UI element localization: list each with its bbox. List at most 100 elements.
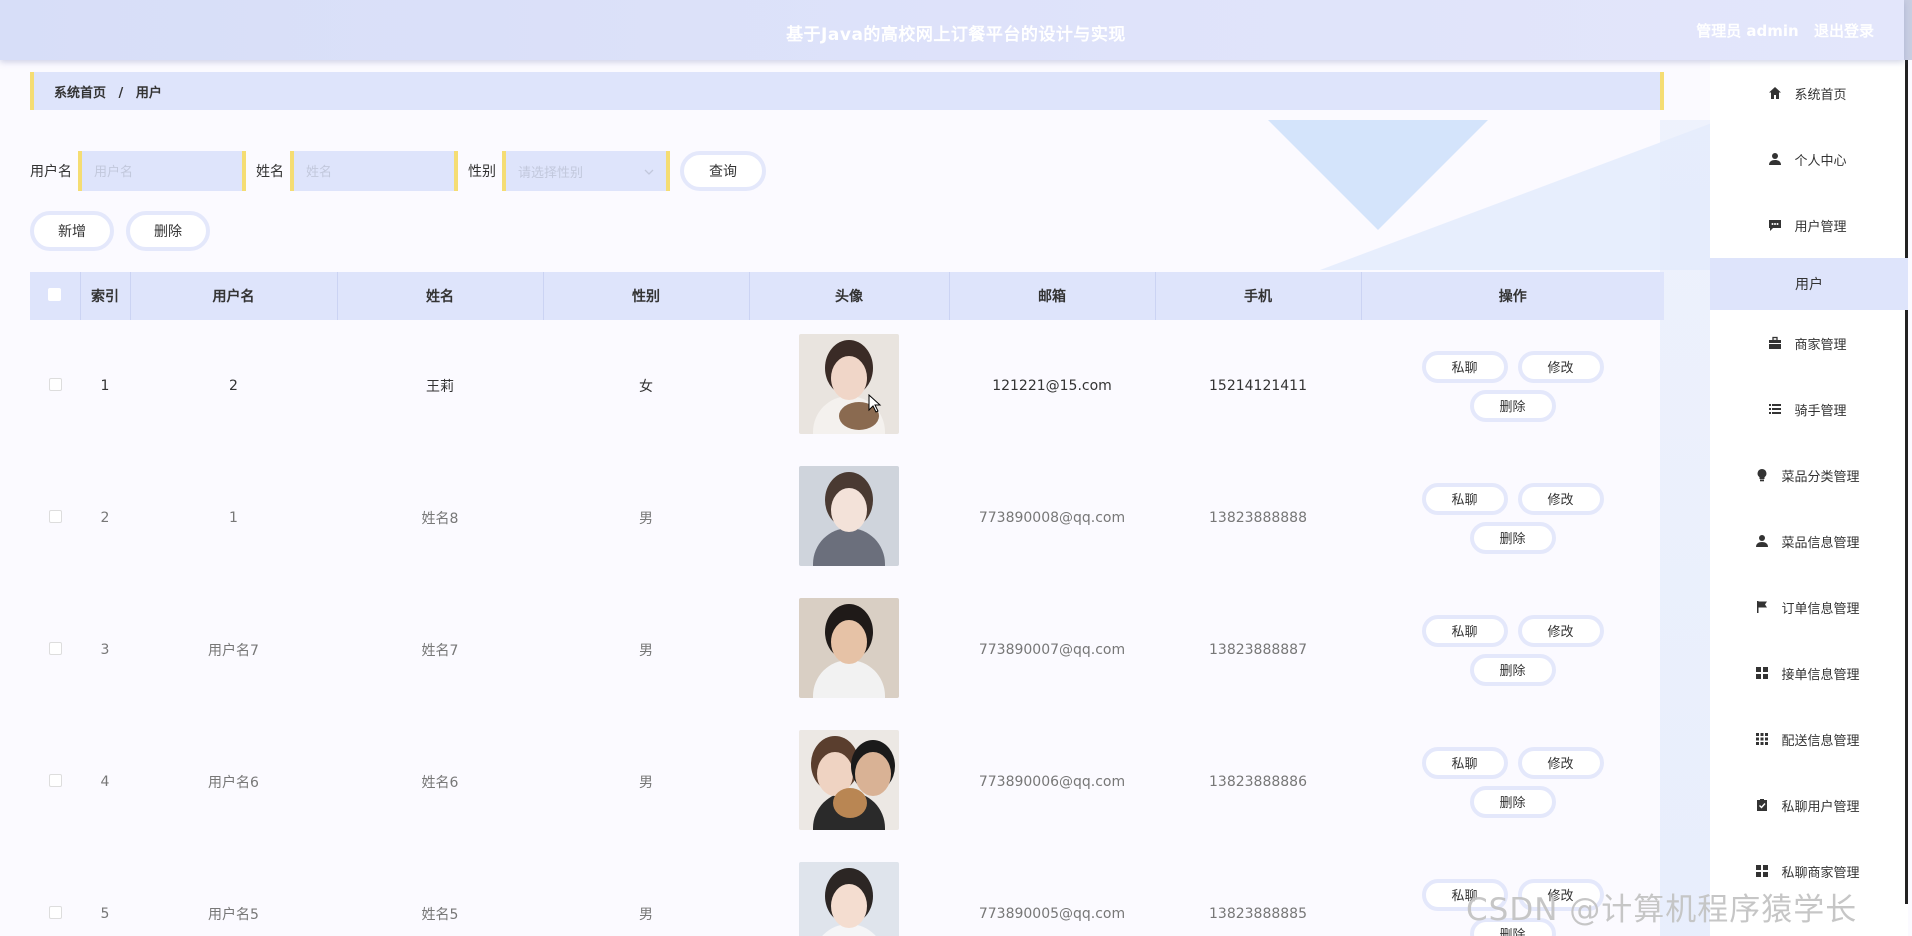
gender-label: 性别: [468, 164, 496, 180]
grid-icon: [1755, 666, 1769, 680]
cell-email: 773890005@qq.com: [978, 906, 1126, 922]
delete-button[interactable]: 删除: [1469, 521, 1556, 554]
sidebar-item-dishes[interactable]: 菜品信息管理: [1710, 508, 1908, 574]
chat-button[interactable]: 私聊: [1421, 482, 1508, 515]
cell-username: 用户名7: [208, 643, 259, 659]
right-sidebar: 系统首页 个人中心 用户管理 用户 商家管理 骑手管理 菜品分类管理 菜品信息管…: [1710, 60, 1908, 936]
sidebar-item-label: 菜品信息管理: [1781, 535, 1860, 551]
sidebar-item-delivery[interactable]: 配送信息管理: [1710, 706, 1908, 772]
sidebar-item-dish-categories[interactable]: 菜品分类管理: [1710, 442, 1908, 508]
sidebar-item-orders[interactable]: 订单信息管理: [1710, 574, 1908, 640]
cell-username: 1: [229, 510, 238, 526]
cell-avatar: [749, 848, 949, 936]
grid-icon: [1755, 864, 1769, 878]
cell-index: 2: [100, 510, 110, 526]
edit-button[interactable]: 修改: [1517, 350, 1604, 383]
cell-actions: 私聊 修改 删除: [1361, 452, 1664, 584]
app-title: 基于Java的高校网上订餐平台的设计与实现: [786, 25, 1126, 45]
sidebar-item-label: 骑手管理: [1794, 403, 1847, 419]
cell-email: 773890008@qq.com: [978, 510, 1126, 526]
table-row: 3 用户名7 姓名7 男 773890007@qq.com 1382388888…: [30, 584, 1664, 716]
col-phone: 手机: [1155, 272, 1362, 320]
home-icon: [1768, 86, 1782, 100]
cell-username: 2: [229, 378, 238, 394]
sidebar-item-label: 配送信息管理: [1781, 733, 1860, 749]
username-search-input[interactable]: [78, 151, 246, 191]
sidebar-item-chat-users[interactable]: 私聊用户管理: [1710, 772, 1908, 838]
sidebar-item-riders[interactable]: 骑手管理: [1710, 376, 1908, 442]
sidebar-item-label: 菜品分类管理: [1781, 469, 1860, 485]
search-bar: 用户名 姓名 性别 请选择性别 查询: [30, 150, 766, 192]
cell-name: 姓名6: [421, 775, 459, 791]
cell-gender: 男: [639, 511, 653, 527]
batch-delete-button[interactable]: 删除: [126, 211, 210, 251]
list-icon: [1768, 402, 1782, 416]
table-row: 1 2 王莉 女 121221@15.com 15214121411 私聊 修改…: [30, 320, 1664, 452]
col-gender: 性别: [543, 272, 750, 320]
cell-index: 3: [100, 642, 110, 658]
chat-button[interactable]: 私聊: [1421, 614, 1508, 647]
row-checkbox[interactable]: [48, 377, 62, 391]
edit-button[interactable]: 修改: [1517, 614, 1604, 647]
edit-button[interactable]: 修改: [1517, 482, 1604, 515]
avatar[interactable]: [799, 730, 899, 830]
table-row: 2 1 姓名8 男 773890008@qq.com 13823888888 私…: [30, 452, 1664, 584]
edit-button[interactable]: 修改: [1517, 746, 1604, 779]
mouse-cursor-icon: [868, 393, 882, 418]
sidebar-item-label: 系统首页: [1794, 87, 1847, 103]
logout-link[interactable]: 退出登录: [1814, 22, 1874, 40]
delete-button[interactable]: 删除: [1469, 653, 1556, 686]
breadcrumb-home[interactable]: 系统首页: [54, 86, 106, 101]
action-buttons: 新增 删除: [30, 211, 210, 251]
col-email: 邮箱: [949, 272, 1156, 320]
sidebar-item-profile[interactable]: 个人中心: [1710, 126, 1908, 192]
sidebar-item-users[interactable]: 用户管理: [1710, 192, 1908, 258]
clipboard-check-icon: [1755, 798, 1769, 812]
avatar[interactable]: [799, 862, 899, 936]
cell-actions: 私聊 修改 删除: [1361, 716, 1664, 848]
delete-button[interactable]: 删除: [1469, 785, 1556, 818]
row-checkbox[interactable]: [48, 509, 62, 523]
cell-avatar: [749, 320, 949, 452]
name-label: 姓名: [256, 164, 284, 180]
sidebar-item-label: 私聊用户管理: [1781, 799, 1860, 815]
chat-button[interactable]: 私聊: [1421, 746, 1508, 779]
sidebar-item-label: 私聊商家管理: [1781, 865, 1860, 881]
person-icon: [1768, 152, 1782, 166]
add-button[interactable]: 新增: [30, 211, 114, 251]
chat-icon: [1768, 218, 1782, 232]
cell-index: 1: [100, 378, 110, 394]
breadcrumb-separator: /: [118, 86, 124, 101]
sidebar-item-accepted-orders[interactable]: 接单信息管理: [1710, 640, 1908, 706]
row-checkbox[interactable]: [48, 773, 62, 787]
col-name: 姓名: [337, 272, 544, 320]
chat-button[interactable]: 私聊: [1421, 350, 1508, 383]
cell-username: 用户名6: [208, 775, 259, 791]
cell-phone: 13823888888: [1209, 510, 1307, 526]
header-user-area: 管理员 admin 退出登录: [1686, 20, 1874, 41]
cell-actions: 私聊 修改 删除: [1361, 320, 1664, 452]
row-checkbox[interactable]: [48, 641, 62, 655]
sidebar-item-label: 订单信息管理: [1781, 601, 1860, 617]
sidebar-subitem-user[interactable]: 用户: [1710, 258, 1908, 310]
select-all-checkbox[interactable]: [48, 287, 62, 301]
avatar[interactable]: [799, 466, 899, 566]
gender-select[interactable]: 请选择性别: [502, 151, 670, 191]
delete-button[interactable]: 删除: [1469, 389, 1556, 422]
row-checkbox[interactable]: [48, 905, 62, 919]
cell-index: 5: [100, 906, 110, 922]
sidebar-item-home[interactable]: 系统首页: [1710, 60, 1908, 126]
name-search-input[interactable]: [290, 151, 458, 191]
col-avatar: 头像: [749, 272, 950, 320]
query-button[interactable]: 查询: [680, 151, 766, 191]
cell-name: 王莉: [426, 379, 454, 395]
admin-username[interactable]: 管理员 admin: [1696, 22, 1799, 40]
sidebar-item-merchants[interactable]: 商家管理: [1710, 310, 1908, 376]
avatar[interactable]: [799, 334, 899, 434]
cell-phone: 13823888887: [1209, 642, 1307, 658]
select-all-cell: [30, 272, 81, 320]
sidebar-item-label: 个人中心: [1794, 153, 1847, 169]
cell-index: 4: [100, 774, 110, 790]
cell-phone: 15214121411: [1209, 378, 1307, 394]
avatar[interactable]: [799, 598, 899, 698]
